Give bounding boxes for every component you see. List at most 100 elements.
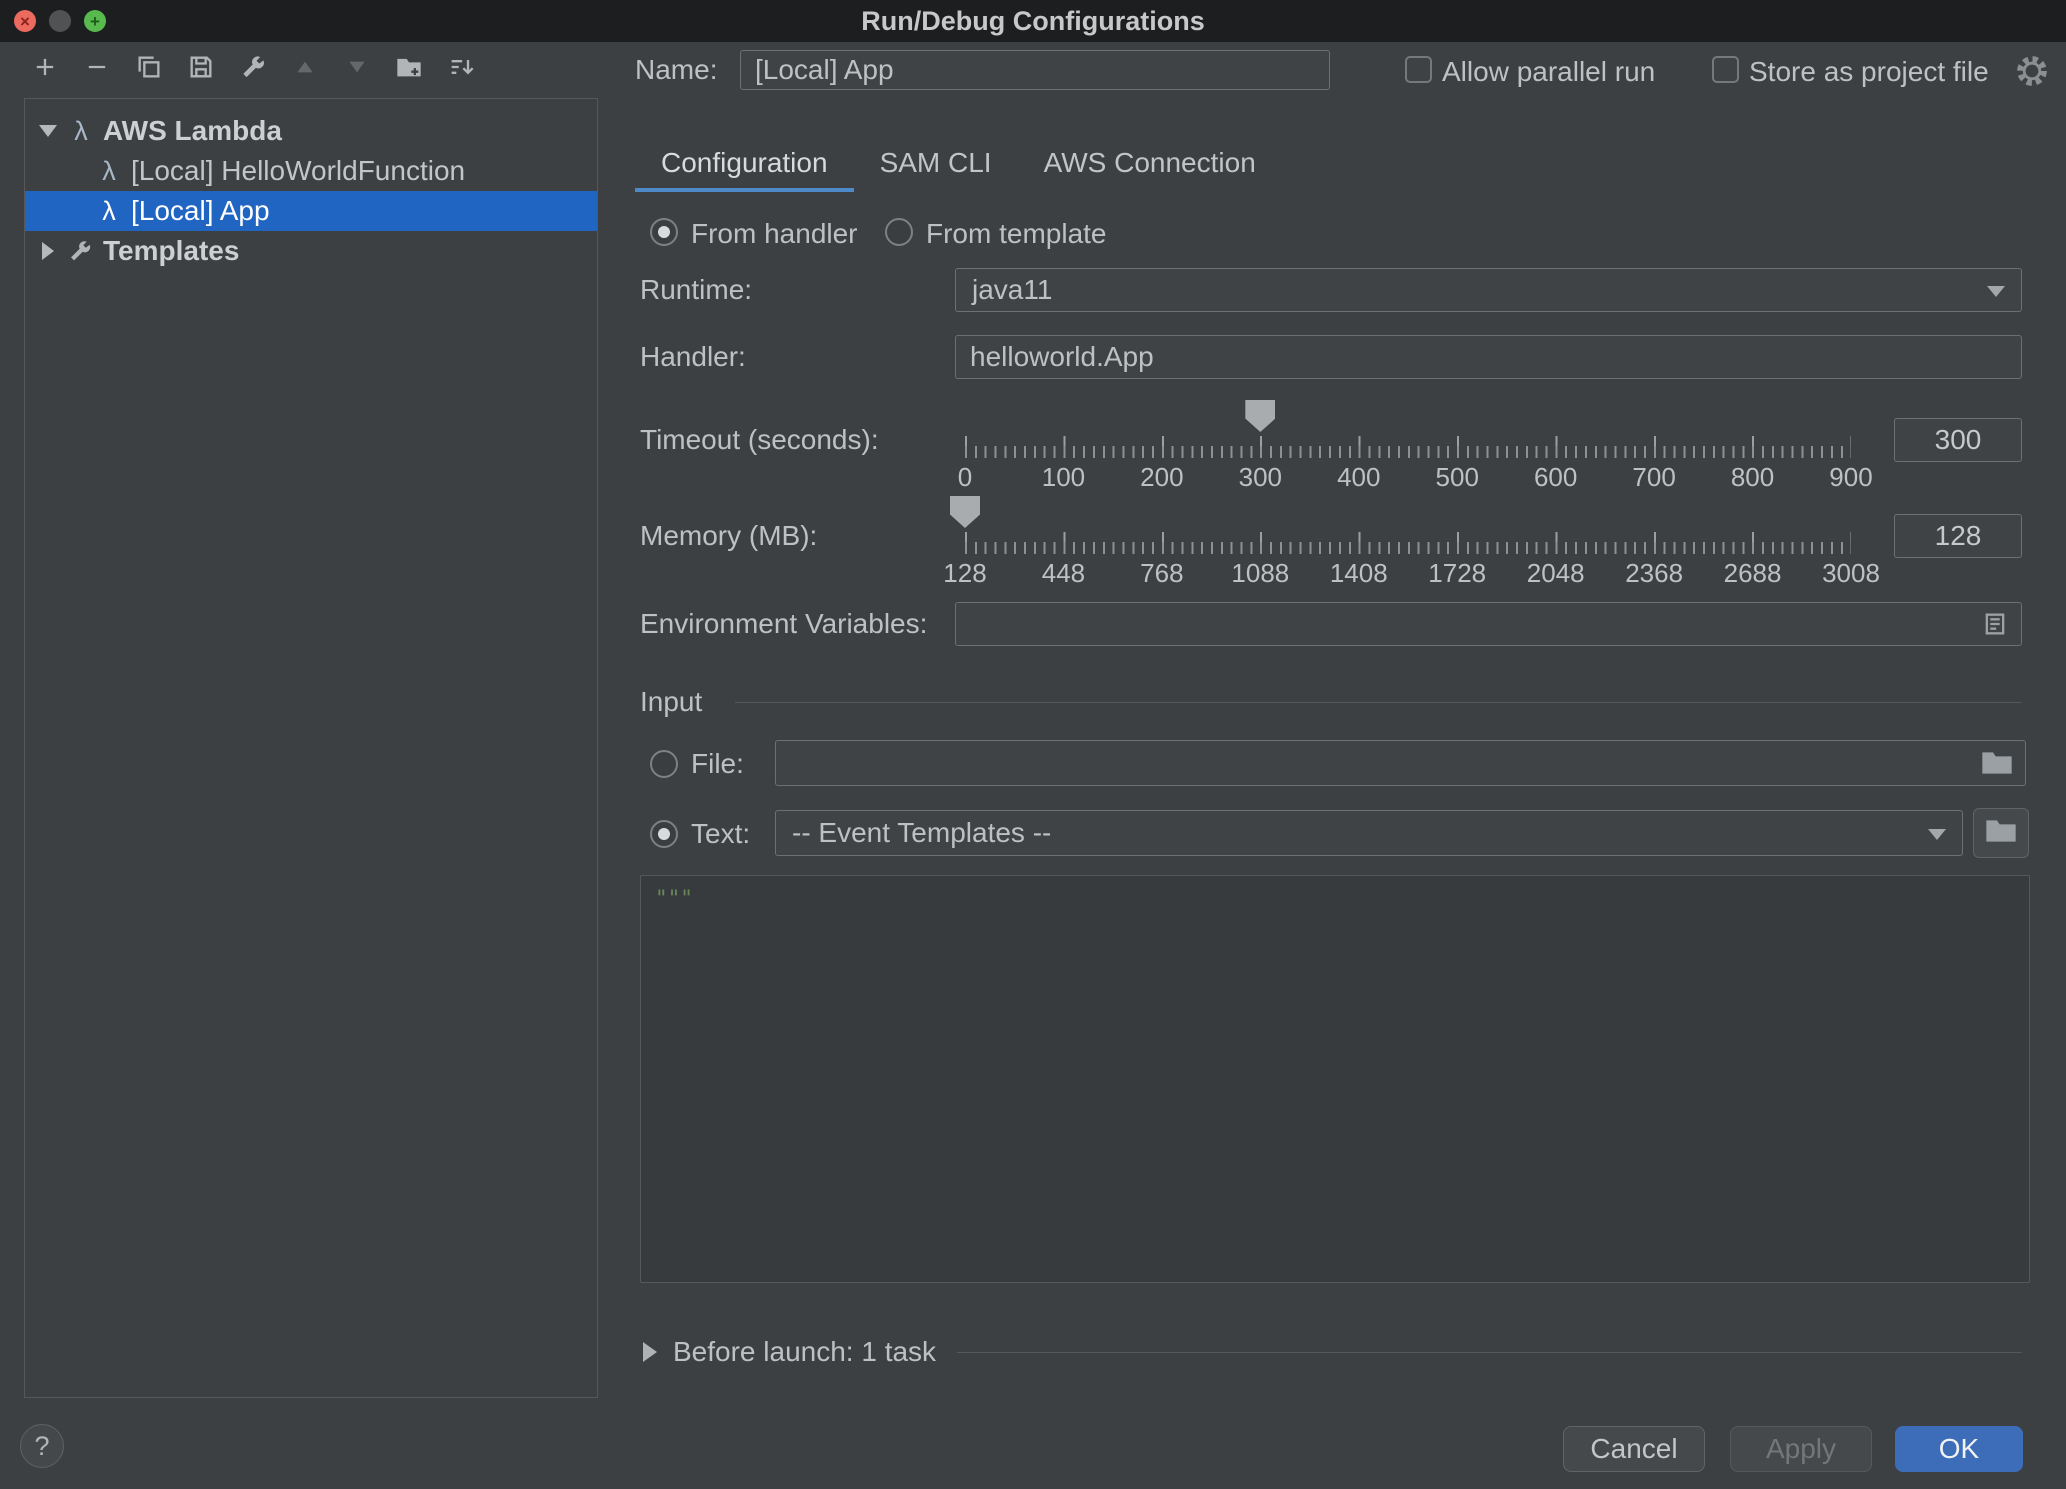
tick-label: 700: [1632, 462, 1675, 493]
browse-event-file-button[interactable]: [1973, 808, 2029, 858]
memory-tick-labels: 128 448 768 1088 1408 1728 2048 2368 268…: [965, 558, 1851, 590]
folder-icon[interactable]: [1981, 750, 2013, 776]
tab-aws-connection[interactable]: AWS Connection: [1018, 138, 1282, 192]
chevron-down-icon[interactable]: [39, 125, 57, 137]
tick-label: 2048: [1527, 558, 1585, 589]
tree-item-local-app[interactable]: [Local] App: [25, 191, 597, 231]
from-handler-radio[interactable]: [650, 218, 678, 246]
expand-list-icon[interactable]: [1981, 610, 2009, 638]
tick-label: 1408: [1330, 558, 1388, 589]
from-template-radio[interactable]: [885, 218, 913, 246]
configuration-editor: Name: Allow parallel run Store as projec…: [635, 42, 2066, 1489]
sort-alphabetically-icon[interactable]: [446, 52, 476, 82]
remove-icon[interactable]: [82, 52, 112, 82]
store-as-project-file-label: Store as project file: [1749, 54, 1989, 90]
tab-sam-cli[interactable]: SAM CLI: [854, 138, 1018, 192]
memory-value-field[interactable]: 128: [1894, 514, 2022, 558]
tree-item-label: [Local] App: [131, 195, 270, 227]
memory-slider-ticks: [965, 532, 1851, 554]
apply-button[interactable]: Apply: [1730, 1426, 1872, 1472]
store-as-project-file-checkbox[interactable]: [1712, 56, 1739, 83]
tick-label: 768: [1140, 558, 1183, 589]
tick-label: 1088: [1231, 558, 1289, 589]
input-section-divider: [735, 702, 2022, 703]
tree-item-label: Templates: [103, 235, 239, 267]
timeout-value-field[interactable]: 300: [1894, 418, 2022, 462]
help-button[interactable]: ?: [20, 1424, 64, 1468]
zoom-icon[interactable]: [84, 10, 106, 32]
edit-templates-wrench-icon[interactable]: [238, 52, 268, 82]
memory-label: Memory (MB):: [640, 518, 817, 554]
tab-configuration[interactable]: Configuration: [635, 138, 854, 192]
memory-slider-thumb[interactable]: [950, 496, 980, 528]
timeout-label: Timeout (seconds):: [640, 422, 879, 458]
timeout-slider-ticks: [965, 436, 1851, 458]
tick-label: 200: [1140, 462, 1183, 493]
event-templates-value: -- Event Templates --: [792, 817, 1051, 849]
input-file-radio[interactable]: [650, 750, 678, 778]
tick-label: 3008: [1822, 558, 1880, 589]
before-launch-divider: [957, 1352, 2022, 1353]
configurations-toolbar: [30, 52, 476, 82]
aws-lambda-icon: [93, 156, 125, 187]
new-folder-icon[interactable]: [394, 52, 424, 82]
chevron-down-icon: [1987, 286, 2005, 297]
save-icon[interactable]: [186, 52, 216, 82]
tick-label: 400: [1337, 462, 1380, 493]
tick-label: 128: [943, 558, 986, 589]
tick-label: 2688: [1724, 558, 1782, 589]
allow-parallel-run-checkbox[interactable]: [1405, 56, 1432, 83]
cancel-button[interactable]: Cancel: [1563, 1426, 1705, 1472]
event-text-editor[interactable]: """: [640, 875, 2030, 1283]
runtime-label: Runtime:: [640, 272, 752, 308]
allow-parallel-run-label: Allow parallel run: [1442, 54, 1655, 90]
before-launch-label[interactable]: Before launch: 1 task: [673, 1334, 936, 1370]
timeout-slider-thumb[interactable]: [1245, 400, 1275, 432]
tree-item-label: [Local] HelloWorldFunction: [131, 155, 465, 187]
tick-label: 100: [1042, 462, 1085, 493]
name-input[interactable]: [740, 50, 1330, 90]
memory-slider: 128 448 768 1088 1408 1728 2048 2368 268…: [965, 496, 1851, 588]
name-label: Name:: [635, 52, 717, 88]
gear-icon[interactable]: [2015, 54, 2049, 93]
handler-input[interactable]: [955, 335, 2022, 379]
handler-label: Handler:: [640, 339, 746, 375]
input-file-label: File:: [691, 746, 744, 782]
tick-label: 900: [1829, 462, 1872, 493]
input-section-label: Input: [640, 684, 702, 720]
close-icon[interactable]: [14, 10, 36, 32]
tick-label: 2368: [1625, 558, 1683, 589]
run-debug-configurations-dialog: Run/Debug Configurations AWS Lambda [Loc…: [0, 0, 2066, 1489]
tick-label: 600: [1534, 462, 1577, 493]
tree-item-aws-lambda[interactable]: AWS Lambda: [25, 111, 597, 151]
input-text-radio[interactable]: [650, 820, 678, 848]
chevron-right-icon[interactable]: [42, 242, 54, 260]
chevron-right-icon[interactable]: [643, 1342, 657, 1362]
templates-wrench-icon: [65, 236, 95, 266]
tick-label: 500: [1436, 462, 1479, 493]
runtime-value: java11: [972, 274, 1052, 306]
chevron-down-icon: [1928, 829, 1946, 840]
copy-icon[interactable]: [134, 52, 164, 82]
window-title: Run/Debug Configurations: [861, 6, 1204, 37]
tree-item-label: AWS Lambda: [103, 115, 282, 147]
environment-variables-label: Environment Variables:: [640, 606, 927, 642]
ok-button[interactable]: OK: [1895, 1426, 2023, 1472]
input-file-field[interactable]: [775, 740, 2026, 786]
title-bar: Run/Debug Configurations: [0, 0, 2066, 42]
input-text-label: Text:: [691, 816, 750, 852]
environment-variables-input[interactable]: [955, 602, 2022, 646]
runtime-dropdown[interactable]: java11: [955, 268, 2022, 312]
tick-label: 0: [958, 462, 972, 493]
tick-label: 1728: [1428, 558, 1486, 589]
add-icon[interactable]: [30, 52, 60, 82]
from-handler-label: From handler: [691, 216, 858, 252]
tree-item-templates[interactable]: Templates: [25, 231, 597, 271]
minimize-icon[interactable]: [49, 10, 71, 32]
window-controls: [14, 10, 106, 32]
move-up-icon[interactable]: [290, 52, 320, 82]
tree-item-helloworldfunction[interactable]: [Local] HelloWorldFunction: [25, 151, 597, 191]
tick-label: 448: [1042, 558, 1085, 589]
event-templates-dropdown[interactable]: -- Event Templates --: [775, 810, 1963, 856]
move-down-icon[interactable]: [342, 52, 372, 82]
